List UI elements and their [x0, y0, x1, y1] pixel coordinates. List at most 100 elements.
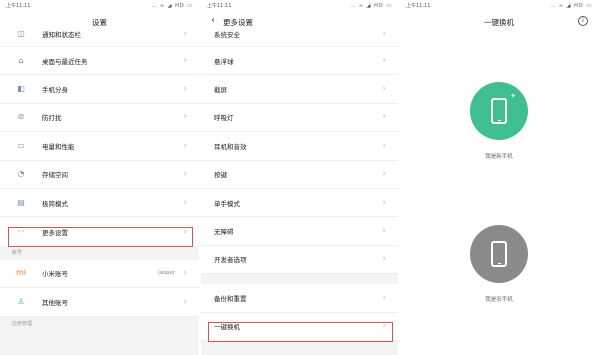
more-settings-row-label: 单手模式	[214, 199, 240, 208]
account-list: mi 小米账号 jasper › ♙ 其他账号 ›	[0, 259, 199, 317]
settings-list: ◫ 通知和状态栏 › ⌂ 桌面与最近任务 › ◧ 手机分身 › ⊘ 防打扰 › ▭ 电量和性能 › ◔ 存储空间…	[0, 29, 199, 246]
account-row-label: 其他账号	[42, 298, 68, 307]
more-settings-row-label: 呼吸灯	[214, 114, 234, 123]
phone-icon	[491, 241, 507, 267]
chevron-right-icon: ›	[183, 84, 187, 95]
more-settings-row-label: 无障碍	[214, 228, 234, 237]
page-title: 一键换机 i	[400, 11, 598, 33]
more-settings-row[interactable]: 耳机和音效 ›	[201, 132, 398, 161]
sparkle-icon: ✦	[510, 92, 516, 100]
simple-mode-icon: ▤	[17, 197, 25, 207]
more-settings-screen: 上午11:11 … ≈ ◢ HD ▭ ‹ 更多设置 系统安全 › 悬浮球 › 截屏 › 呼吸…	[201, 0, 398, 355]
settings-screen: 上午11:11 … ≈ ◢ HD ▭ 设置 ◫ 通知和状态栏 › ⌂ 桌面与最近任务 › ◧…	[0, 0, 199, 355]
section-gap	[201, 274, 398, 285]
chevron-right-icon: ›	[382, 292, 386, 303]
status-bar: 上午11:11 … ≈ ◢ HD ▭	[400, 0, 598, 11]
more-settings-row-label: 备份和重置	[214, 294, 247, 303]
settings-row[interactable]: ⌂ 桌面与最近任务 ›	[0, 47, 199, 76]
new-phone-label: 我是新手机	[485, 154, 513, 160]
more-settings-row-label: 一键换机	[214, 323, 240, 332]
more-settings-row[interactable]: 开发者选项 ›	[201, 245, 398, 275]
more-settings-row-label: 截屏	[214, 86, 227, 95]
old-phone-label: 我是旧手机	[485, 297, 513, 303]
more-settings-row[interactable]: 按键 ›	[201, 160, 398, 189]
account-row[interactable]: mi 小米账号 jasper ›	[0, 259, 199, 289]
chevron-right-icon: ›	[183, 226, 187, 237]
chevron-right-icon: ›	[183, 169, 187, 180]
chevron-right-icon: ›	[183, 268, 187, 279]
mi-mover-title: 一键换机	[484, 17, 514, 27]
settings-row[interactable]: ◫ 通知和状态栏 ›	[0, 29, 199, 47]
more-settings-row[interactable]: 系统安全 ›	[201, 29, 398, 47]
chevron-right-icon: ›	[382, 29, 386, 39]
more-settings-row[interactable]: 呼吸灯 ›	[201, 103, 398, 133]
status-time: 上午11:11	[406, 3, 431, 9]
mi-mover-screen: 上午11:11 … ≈ ◢ HD ▭ 一键换机 i ✦ 我是新手机 我是旧手机	[400, 0, 598, 355]
dual-apps-icon: ◧	[17, 84, 25, 94]
chevron-right-icon: ›	[382, 226, 386, 237]
chevron-right-icon: ›	[382, 197, 386, 208]
status-bar: 上午11:11 … ≈ ◢ HD ▭	[201, 0, 398, 11]
back-arrow-icon[interactable]: ‹	[211, 15, 215, 26]
apps-section-header: 应用管理	[0, 316, 199, 331]
settings-row[interactable]: ▤ 极简模式 ›	[0, 188, 199, 218]
chevron-right-icon: ›	[183, 112, 187, 123]
account-value: jasper	[158, 270, 175, 277]
chevron-right-icon: ›	[183, 197, 187, 208]
settings-row-label: 通知和状态栏	[42, 31, 81, 39]
chevron-right-icon: ›	[183, 29, 187, 39]
chevron-right-icon: ›	[382, 254, 386, 265]
info-icon[interactable]: i	[578, 16, 588, 26]
status-icons: … ≈ ◢ HD ▭	[350, 2, 392, 9]
settings-title: 设置	[92, 17, 107, 27]
more-settings-row[interactable]: 截屏 ›	[201, 75, 398, 104]
settings-row-label: 存储空间	[42, 171, 68, 180]
more-settings-row[interactable]: 单手模式 ›	[201, 188, 398, 218]
chevron-right-icon: ›	[382, 321, 386, 332]
account-row[interactable]: ♙ 其他账号 ›	[0, 288, 199, 317]
settings-row[interactable]: ··· 更多设置 ›	[0, 217, 199, 246]
more-settings-list: 系统安全 › 悬浮球 › 截屏 › 呼吸灯 › 耳机和音效 › 按键 › 单手模式 › 无障碍 › 开发者选项 ›…	[201, 29, 398, 341]
settings-row[interactable]: ▭ 电量和性能 ›	[0, 132, 199, 161]
chevron-right-icon: ›	[382, 55, 386, 66]
chevron-right-icon: ›	[183, 140, 187, 151]
page-title: 设置	[0, 11, 199, 33]
account-section-header: 账号	[0, 245, 199, 260]
more-settings-row[interactable]: 备份和重置 ›	[201, 284, 398, 313]
settings-row-label: 防打扰	[42, 114, 62, 123]
chevron-right-icon: ›	[382, 169, 386, 180]
chevron-right-icon: ›	[183, 55, 187, 66]
settings-row[interactable]: ◔ 存储空间 ›	[0, 160, 199, 189]
more-settings-row[interactable]: 无障碍 ›	[201, 217, 398, 246]
old-phone-button[interactable]	[470, 225, 528, 283]
home-icon: ⌂	[18, 55, 24, 65]
storage-icon: ◔	[17, 169, 25, 179]
settings-row-label: 手机分身	[42, 86, 68, 95]
settings-row[interactable]: ⊘ 防打扰 ›	[0, 103, 199, 133]
more-settings-row-label: 系统安全	[214, 31, 240, 39]
chevron-right-icon: ›	[382, 84, 386, 95]
account-row-label: 小米账号	[42, 270, 68, 279]
more-icon: ···	[17, 226, 25, 236]
settings-row-label: 电量和性能	[42, 142, 75, 151]
mi-logo-icon: mi	[16, 268, 27, 278]
more-settings-row[interactable]: 悬浮球 ›	[201, 47, 398, 76]
more-settings-row-label: 耳机和音效	[214, 142, 247, 151]
settings-row-label: 极简模式	[42, 199, 68, 208]
status-icons: … ≈ ◢ HD ▭	[151, 2, 193, 9]
more-settings-title: 更多设置	[223, 17, 253, 27]
chevron-right-icon: ›	[183, 296, 187, 307]
settings-row-label: 桌面与最近任务	[42, 57, 88, 66]
new-phone-button[interactable]: ✦	[470, 82, 528, 140]
bell-icon: ◫	[17, 29, 25, 38]
more-settings-row-label: 开发者选项	[214, 256, 247, 265]
status-icons: … ≈ ◢ HD ▭	[550, 2, 592, 9]
settings-row[interactable]: ◧ 手机分身 ›	[0, 75, 199, 104]
settings-row-label: 更多设置	[42, 228, 68, 237]
more-settings-row[interactable]: 一键换机 ›	[201, 312, 398, 341]
chevron-right-icon: ›	[382, 112, 386, 123]
status-time: 上午11:11	[207, 3, 232, 9]
screenshot-stage: 上午11:11 … ≈ ◢ HD ▭ 设置 ◫ 通知和状态栏 › ⌂ 桌面与最近任务 › ◧…	[0, 0, 598, 355]
more-settings-row-label: 按键	[214, 171, 227, 180]
phone-icon	[491, 98, 507, 124]
